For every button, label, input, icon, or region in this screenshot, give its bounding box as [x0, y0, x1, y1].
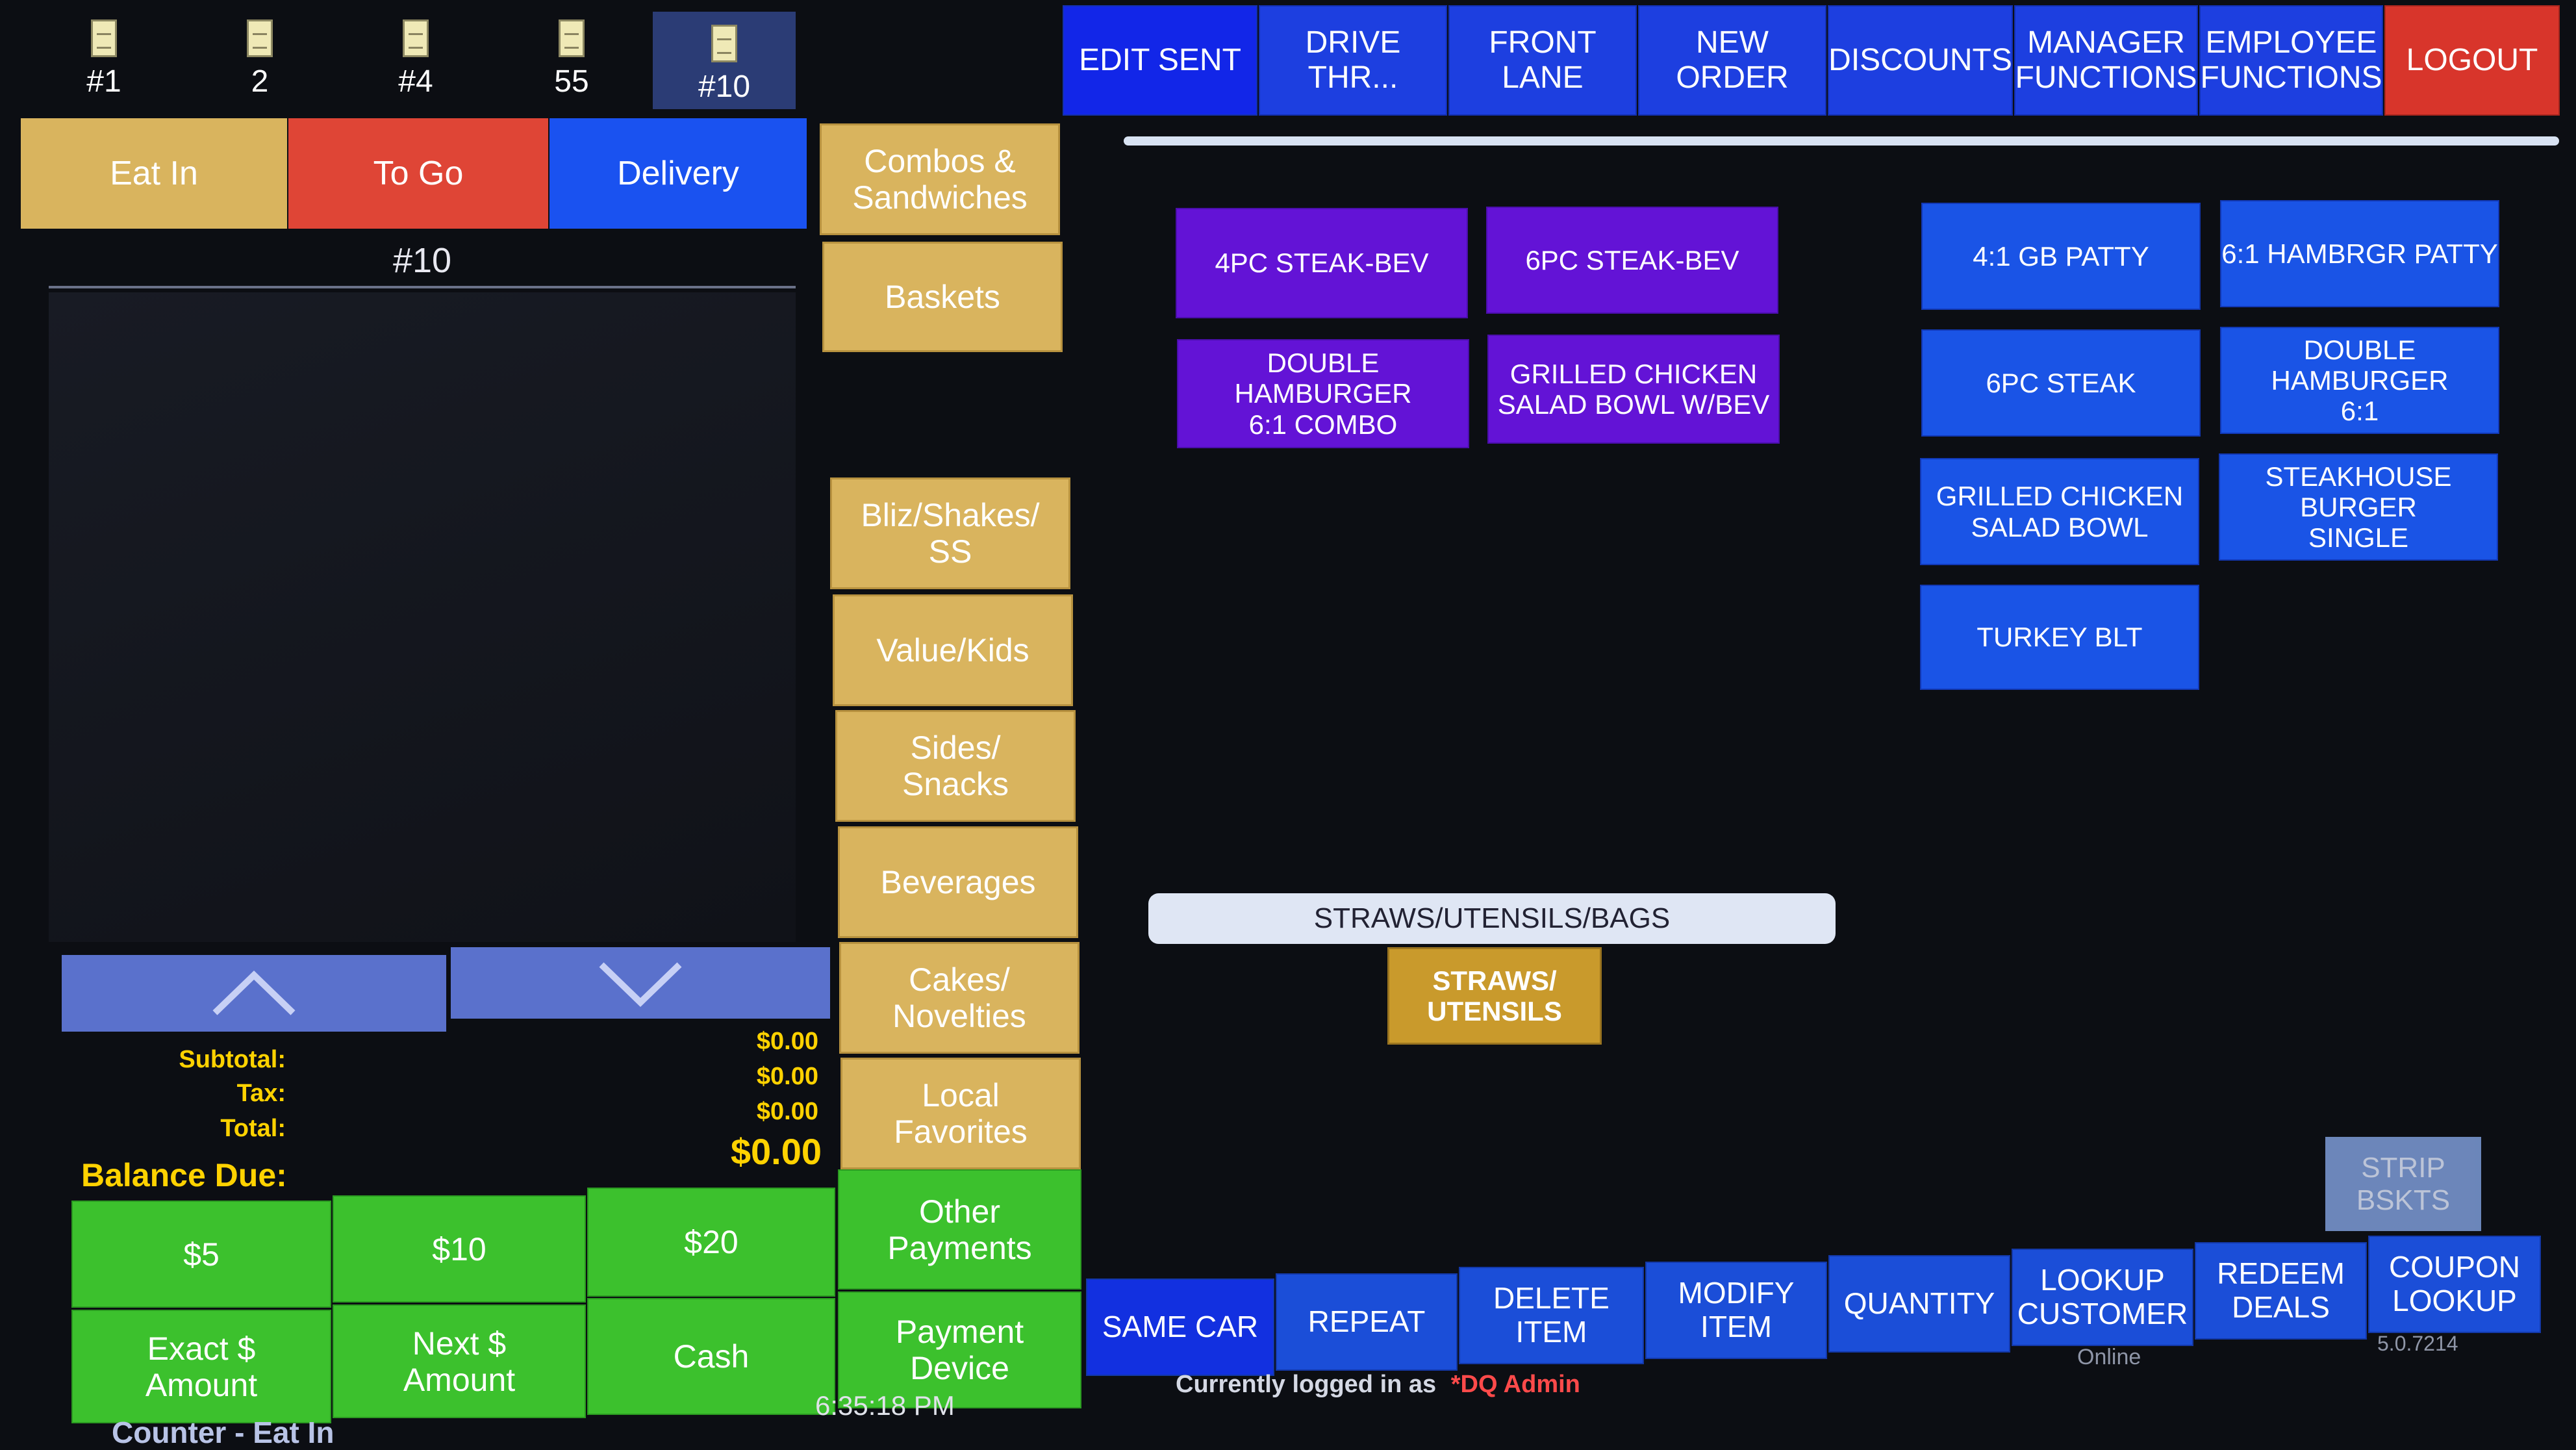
total-value: $0.00 [756, 1098, 818, 1125]
order-ticket-label: #4 [398, 64, 433, 99]
straws-section-header: STRAWS/UTENSILS/BAGS [1148, 893, 1836, 944]
order-ticket-label: 55 [554, 64, 589, 99]
order-ticket-55[interactable]: 55 [507, 6, 637, 104]
order-items-list[interactable] [49, 292, 796, 942]
item-steakhouse-burger[interactable]: STEAKHOUSE BURGER SINGLE [2219, 453, 2498, 561]
item-grilled-chicken-salad-bev[interactable]: GRILLED CHICKEN SALAD BOWL W/BEV [1487, 335, 1780, 444]
pay-20-button[interactable]: $20 [587, 1188, 835, 1297]
straws-utensils-button[interactable]: STRAWS/ UTENSILS [1387, 947, 1602, 1045]
order-ticket-4[interactable]: #4 [351, 6, 481, 104]
edit-sent-button[interactable]: EDIT SENT [1063, 5, 1257, 116]
redeem-deals-button[interactable]: REDEEM DEALS [2195, 1242, 2367, 1340]
tax-value: $0.00 [756, 1063, 818, 1090]
employee-functions-button[interactable]: EMPLOYEE FUNCTIONS [2199, 5, 2383, 116]
balance-due-value: $0.00 [730, 1131, 822, 1172]
balance-due-label: Balance Due: [81, 1157, 287, 1193]
drive-thru-button[interactable]: DRIVE THR... [1259, 5, 1447, 116]
exact-amount-button[interactable]: Exact $ Amount [71, 1310, 331, 1423]
category-bliz-shakes[interactable]: Bliz/Shakes/ SS [830, 477, 1070, 589]
ticket-icon [91, 19, 117, 57]
tax-label: Tax: [236, 1080, 286, 1107]
logout-button[interactable]: LOGOUT [2384, 5, 2560, 116]
discounts-button[interactable]: DISCOUNTS [1828, 5, 2013, 116]
front-lane-button[interactable]: FRONT LANE [1448, 5, 1637, 116]
pay-10-button[interactable]: $10 [333, 1195, 586, 1303]
category-local-favorites[interactable]: Local Favorites [840, 1058, 1081, 1169]
clock: 6:35:18 PM [815, 1390, 955, 1421]
new-order-button[interactable]: NEW ORDER [1638, 5, 1826, 116]
mode-indicator: Counter - Eat In [112, 1416, 335, 1449]
next-amount-button[interactable]: Next $ Amount [333, 1304, 586, 1418]
item-6pc-steak-bev[interactable]: 6PC STEAK-BEV [1486, 207, 1778, 314]
coupon-lookup-button[interactable]: COUPON LOOKUP [2368, 1236, 2541, 1333]
category-sides-snacks[interactable]: Sides/ Snacks [835, 710, 1076, 822]
item-6-1-hambrgr-patty[interactable]: 6:1 HAMBRGR PATTY [2220, 200, 2499, 307]
category-beverages[interactable]: Beverages [838, 826, 1078, 938]
ticket-icon [559, 19, 585, 57]
order-ticket-1[interactable]: #1 [39, 6, 169, 104]
order-ticket-label: #10 [698, 70, 751, 104]
order-ticket-10[interactable]: #10 [653, 12, 796, 109]
category-cakes-novelties[interactable]: Cakes/ Novelties [839, 942, 1080, 1054]
logged-in-status: Currently logged in as *DQ Admin [1176, 1371, 1580, 1399]
subtotal-value: $0.00 [756, 1028, 818, 1055]
chevron-up-icon [212, 971, 296, 1015]
ticket-icon [247, 19, 273, 57]
to-go-button[interactable]: To Go [288, 118, 548, 229]
item-double-hamburger[interactable]: DOUBLE HAMBURGER 6:1 [2220, 327, 2499, 434]
order-divider [49, 286, 796, 288]
ticket-icon [403, 19, 429, 57]
lookup-customer-button[interactable]: LOOKUP CUSTOMER [2012, 1249, 2193, 1346]
item-grilled-chicken-salad[interactable]: GRILLED CHICKEN SALAD BOWL [1920, 458, 2199, 565]
chevron-down-icon [599, 962, 682, 1007]
item-double-hamburger-combo[interactable]: DOUBLE HAMBURGER 6:1 COMBO [1177, 339, 1469, 448]
delivery-button[interactable]: Delivery [549, 118, 807, 229]
ticket-icon [711, 25, 737, 62]
item-6pc-steak[interactable]: 6PC STEAK [1921, 329, 2201, 437]
modify-item-button[interactable]: MODIFY ITEM [1645, 1262, 1827, 1359]
other-payments-button[interactable]: Other Payments [838, 1169, 1081, 1290]
logged-in-prefix: Currently logged in as [1176, 1371, 1437, 1398]
order-ticket-label: #1 [86, 64, 121, 99]
strip-baskets-button[interactable]: STRIP BSKTS [2325, 1137, 2481, 1231]
menu-section-divider [1124, 136, 2559, 146]
scroll-down-button[interactable] [451, 947, 830, 1019]
category-baskets[interactable]: Baskets [822, 242, 1063, 352]
eat-in-button[interactable]: Eat In [21, 118, 287, 229]
pay-5-button[interactable]: $5 [71, 1201, 331, 1308]
cash-button[interactable]: Cash [587, 1298, 835, 1415]
version-label: 5.0.7214 [2377, 1332, 2458, 1355]
category-combos-sandwiches[interactable]: Combos & Sandwiches [820, 123, 1060, 235]
logged-in-user: *DQ Admin [1450, 1371, 1580, 1398]
item-4pc-steak-bev[interactable]: 4PC STEAK-BEV [1176, 208, 1468, 318]
online-status: Online [2077, 1345, 2141, 1369]
subtotal-label: Subtotal: [179, 1046, 286, 1073]
order-ticket-2[interactable]: 2 [195, 6, 325, 104]
item-turkey-blt[interactable]: TURKEY BLT [1920, 585, 2199, 690]
order-number: #10 [392, 241, 452, 280]
same-car-button[interactable]: SAME CAR [1086, 1278, 1274, 1376]
repeat-button[interactable]: REPEAT [1276, 1273, 1458, 1371]
manager-functions-button[interactable]: MANAGER FUNCTIONS [2014, 5, 2198, 116]
quantity-button[interactable]: QUANTITY [1828, 1255, 2010, 1353]
delete-item-button[interactable]: DELETE ITEM [1459, 1267, 1644, 1364]
category-value-kids[interactable]: Value/Kids [833, 594, 1073, 706]
item-4-1-gb-patty[interactable]: 4:1 GB PATTY [1921, 203, 2201, 310]
order-ticket-label: 2 [251, 64, 269, 99]
total-label: Total: [220, 1115, 286, 1142]
scroll-up-button[interactable] [62, 955, 446, 1032]
